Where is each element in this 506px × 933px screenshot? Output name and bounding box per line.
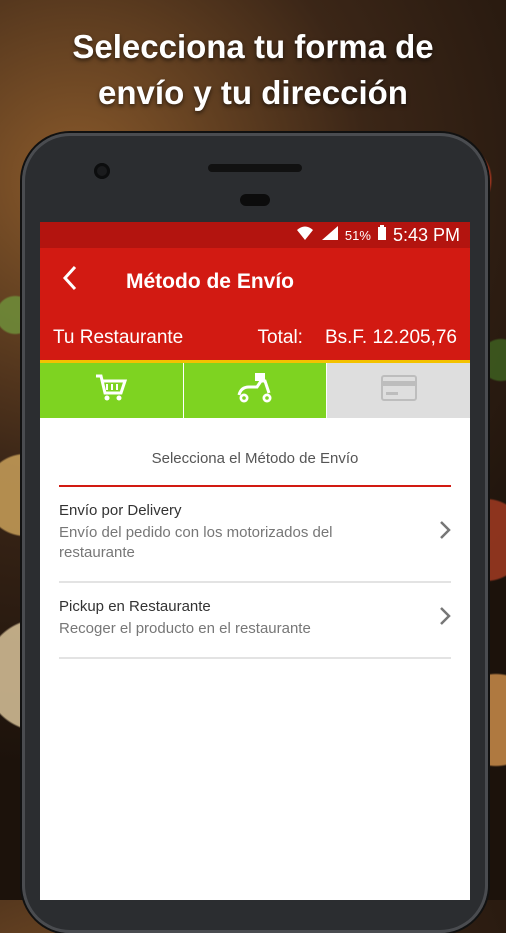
status-time: 5:43 PM	[392, 224, 460, 245]
earpiece-speaker	[208, 164, 302, 172]
option-subtitle: Envío del pedido con los motorizados del…	[59, 524, 333, 561]
promo-headline-line2: envío y tu dirección	[98, 74, 408, 111]
shipping-options-list: Envío por Delivery Envío del pedido con …	[59, 487, 451, 659]
checkout-steps	[40, 363, 470, 418]
wifi-icon	[295, 225, 315, 246]
order-summary-bar: Tu Restaurante Total: Bs.F. 12.205,76	[40, 316, 470, 363]
option-subtitle: Recoger el producto en el restaurante	[59, 620, 311, 637]
app-screen: 51% 5:43 PM Método de Envío Tu Restauran…	[40, 222, 470, 900]
proximity-sensor	[240, 194, 270, 206]
status-bar: 51% 5:43 PM	[40, 222, 470, 248]
promo-headline-line1: Selecciona tu forma de	[72, 28, 434, 65]
option-text: Pickup en Restaurante Recoger el product…	[59, 598, 427, 639]
front-camera	[94, 163, 110, 179]
credit-card-icon	[380, 375, 417, 406]
back-button[interactable]	[40, 248, 100, 316]
restaurant-name: Tu Restaurante	[53, 327, 184, 348]
battery-icon	[377, 224, 387, 246]
section-heading: Selecciona el Método de Envío	[59, 450, 451, 487]
battery-percent: 51%	[344, 227, 371, 243]
total-label: Total:	[257, 327, 303, 348]
signal-icon	[321, 225, 339, 246]
page-title: Método de Envío	[126, 270, 294, 293]
app-bar: Método de Envío	[40, 248, 470, 316]
option-title: Pickup en Restaurante	[59, 598, 211, 615]
total-value: Bs.F. 12.205,76	[324, 327, 457, 348]
option-title: Envío por Delivery	[59, 502, 182, 519]
promo-headline: Selecciona tu forma de envío y tu direcc…	[0, 24, 506, 116]
step-payment[interactable]	[327, 363, 470, 418]
chevron-right-icon	[427, 606, 451, 632]
chevron-left-icon	[62, 265, 78, 299]
step-delivery[interactable]	[183, 363, 328, 418]
option-pickup[interactable]: Pickup en Restaurante Recoger el product…	[59, 583, 451, 659]
step-cart[interactable]	[40, 363, 184, 418]
option-delivery[interactable]: Envío por Delivery Envío del pedido con …	[59, 487, 451, 583]
chevron-right-icon	[427, 520, 451, 546]
option-text: Envío por Delivery Envío del pedido con …	[59, 502, 427, 563]
delivery-scooter-icon	[235, 371, 275, 410]
cart-icon	[94, 373, 128, 408]
